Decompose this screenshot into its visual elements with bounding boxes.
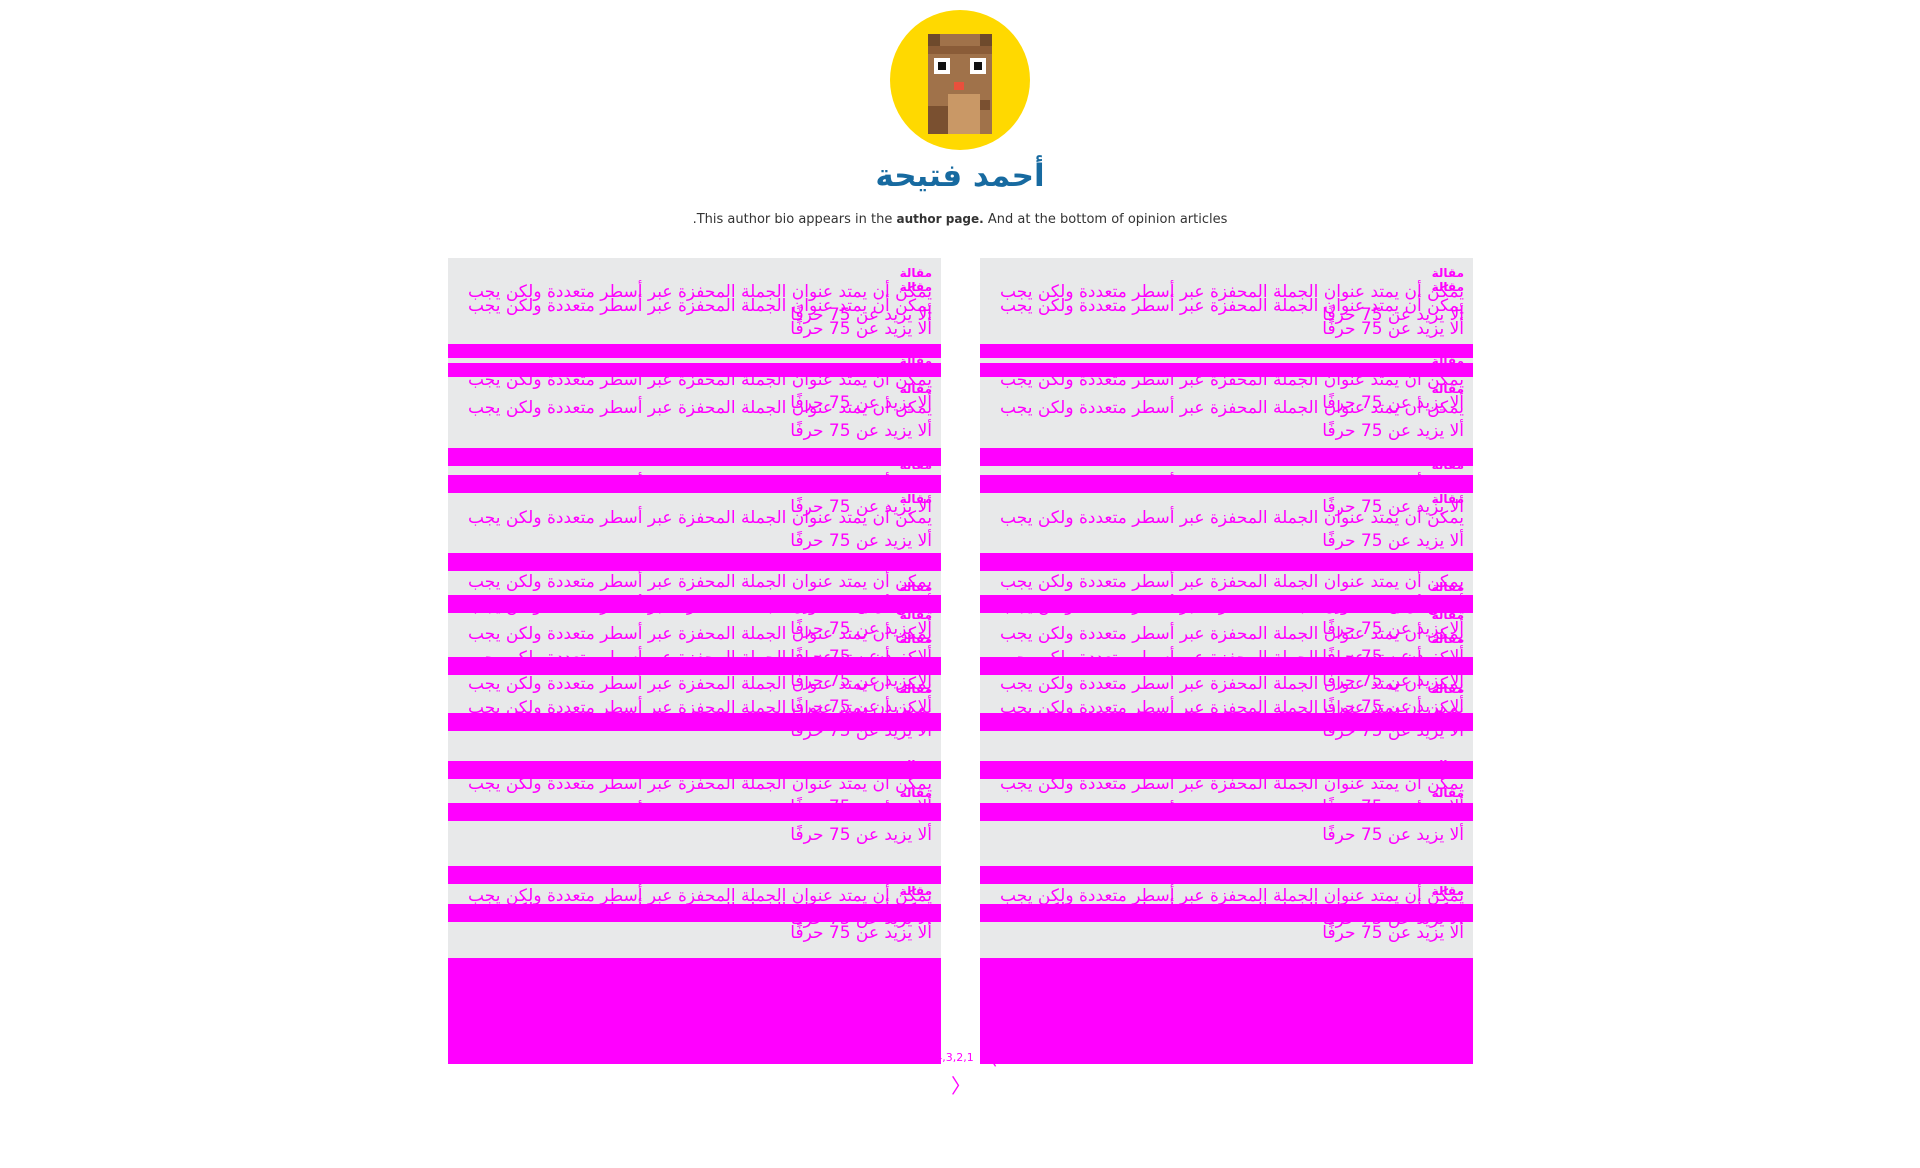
- pixel-bear-icon: [928, 34, 992, 134]
- article-label: مقالة: [1431, 580, 1464, 594]
- magenta-bar: [448, 595, 941, 613]
- article-headline[interactable]: يمكن أن يمتد عنوان الجملة المحفزة عبر أس…: [994, 507, 1464, 553]
- article-label: مقالة: [1431, 682, 1464, 696]
- article-label: مقالة: [899, 280, 932, 294]
- article-card[interactable]: مقالةيمكن أن يمتد عنوان الجملة المحفزة ع…: [994, 492, 1464, 553]
- magenta-bar: [980, 448, 1473, 466]
- magenta-bar: [980, 553, 1473, 571]
- article-card[interactable]: مقالةيمكن أن يمتد عنوان الجملة المحفزة ع…: [994, 280, 1464, 341]
- article-label: مقالة: [1431, 786, 1464, 800]
- article-label: مقالة: [1431, 632, 1464, 646]
- magenta-bar: [448, 904, 941, 922]
- magenta-bar: [980, 958, 1473, 1064]
- magenta-bar: [448, 761, 941, 779]
- article-label: مقالة: [899, 266, 932, 280]
- bio-start: .This author bio appears in the: [692, 212, 893, 227]
- article-headline[interactable]: يمكن أن يمتد عنوان الجملة المحفزة عبر أس…: [462, 507, 932, 553]
- magenta-bar: [448, 713, 941, 731]
- articles-column-right: مقالة يمكن أن يمتد عنوان الجملة المحفزة ع…: [980, 258, 1473, 1064]
- magenta-bar: [980, 761, 1473, 779]
- article-card[interactable]: مقالةيمكن أن يمتد عنوان الجملة المحفزة ع…: [462, 492, 932, 553]
- magenta-bar: [448, 657, 941, 675]
- author-name: أحمد فتيحة: [875, 158, 1045, 194]
- article-label: مقالة: [899, 382, 932, 396]
- article-label: مقالة: [1431, 492, 1464, 506]
- article-label: مقالة: [899, 682, 932, 696]
- article-headline[interactable]: يمكن أن يمتد عنوان الجملة المحفزة عبر أس…: [994, 397, 1464, 443]
- magenta-bar: [980, 713, 1473, 731]
- article-headline[interactable]: يمكن أن يمتد عنوان الجملة المحفزة عبر أس…: [462, 397, 932, 443]
- article-label: مقالة: [899, 632, 932, 646]
- magenta-bar: [980, 595, 1473, 613]
- author-avatar: [890, 10, 1030, 150]
- article-label: مقالة: [899, 884, 932, 898]
- next-page-icon[interactable]: 〉: [977, 1046, 997, 1070]
- article-label: مقالة: [1431, 884, 1464, 898]
- magenta-bar: [980, 363, 1473, 377]
- magenta-bar: [980, 657, 1473, 675]
- author-bio: .This author bio appears in the author p…: [0, 210, 1920, 229]
- magenta-bar: [448, 803, 941, 821]
- article-label: مقالة: [1431, 266, 1464, 280]
- magenta-bar: [448, 866, 941, 884]
- article-label: مقالة: [899, 786, 932, 800]
- article-card[interactable]: مقالةيمكن أن يمتد عنوان الجملة المحفزة ع…: [994, 382, 1464, 443]
- article-label: مقالة: [899, 492, 932, 506]
- article-label: مقالة: [1431, 382, 1464, 396]
- magenta-bar: [448, 448, 941, 466]
- article-label: مقالة: [1431, 280, 1464, 294]
- author-page: أحمد فتيحة .This author bio appears in t…: [0, 0, 1920, 1168]
- article-headline[interactable]: يمكن أن يمتد عنوان الجملة المحفزة عبر أس…: [462, 295, 932, 341]
- magenta-bar: [448, 363, 941, 377]
- magenta-bar: [980, 803, 1473, 821]
- article-label: مقالة: [899, 580, 932, 594]
- bio-end: And at the bottom of opinion articles: [987, 212, 1228, 227]
- magenta-bar: [448, 475, 941, 493]
- page-numbers[interactable]: 6,4,3,2,1: [925, 1051, 974, 1064]
- magenta-bar: [448, 958, 941, 1064]
- magenta-bar: [980, 344, 1473, 358]
- magenta-bar: [980, 475, 1473, 493]
- magenta-bar: [448, 553, 941, 571]
- articles-column-left: مقالة يمكن أن يمتد عنوان الجملة المحفزة ع…: [448, 258, 941, 1064]
- article-headline[interactable]: يمكن أن يمتد عنوان الجملة المحفزة عبر أس…: [994, 295, 1464, 341]
- article-card[interactable]: مقالةيمكن أن يمتد عنوان الجملة المحفزة ع…: [462, 382, 932, 443]
- pagination[interactable]: 〉 6,4,3,2,1 〈: [918, 1044, 1004, 1098]
- prev-page-icon[interactable]: 〈: [951, 1074, 971, 1098]
- magenta-bar: [980, 866, 1473, 884]
- author-page-link[interactable]: author page.: [896, 212, 983, 226]
- article-card[interactable]: مقالةيمكن أن يمتد عنوان الجملة المحفزة ع…: [462, 280, 932, 341]
- magenta-bar: [448, 344, 941, 358]
- magenta-bar: [980, 904, 1473, 922]
